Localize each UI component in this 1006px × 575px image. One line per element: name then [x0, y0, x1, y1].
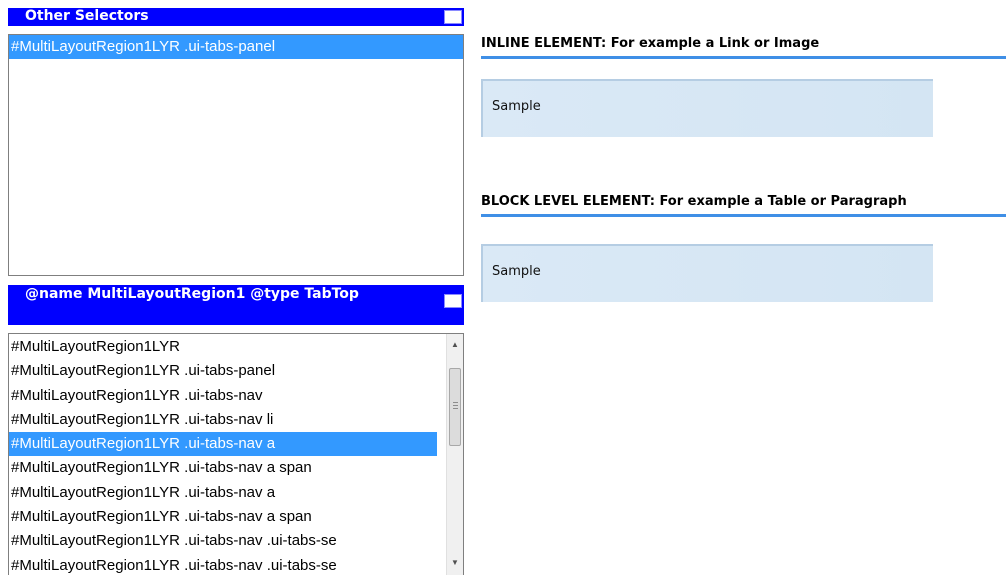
- scroll-down-icon[interactable]: ▼: [447, 554, 463, 571]
- list-item[interactable]: #MultiLayoutRegion1LYR .ui-tabs-nav a: [9, 432, 437, 457]
- inline-sample-box: Sample: [481, 79, 933, 137]
- list-item[interactable]: #MultiLayoutRegion1LYR: [9, 335, 437, 359]
- region-list-scrollbar[interactable]: ▲ ▼: [446, 334, 463, 575]
- grip-line-icon: [453, 402, 458, 403]
- list-item[interactable]: #MultiLayoutRegion1LYR .ui-tabs-nav .ui-…: [9, 554, 437, 575]
- scrollbar-thumb[interactable]: [449, 368, 461, 446]
- block-sample-text: Sample: [492, 264, 541, 279]
- region-panel-minimize-button[interactable]: [444, 294, 462, 308]
- inline-title-rule: [481, 56, 1006, 59]
- other-selectors-minimize-button[interactable]: [444, 10, 462, 24]
- other-selectors-header: Other Selectors: [8, 8, 464, 26]
- region-panel-title: @name MultiLayoutRegion1 @type TabTop: [25, 286, 359, 302]
- list-item[interactable]: #MultiLayoutRegion1LYR .ui-tabs-nav a sp…: [9, 505, 437, 529]
- list-item[interactable]: #MultiLayoutRegion1LYR .ui-tabs-nav a sp…: [9, 456, 437, 480]
- block-sample-box: Sample: [481, 244, 933, 302]
- list-item[interactable]: #MultiLayoutRegion1LYR .ui-tabs-nav .ui-…: [9, 529, 437, 553]
- list-item[interactable]: #MultiLayoutRegion1LYR .ui-tabs-nav li: [9, 408, 437, 432]
- region-selectors-list[interactable]: #MultiLayoutRegion1LYR #MultiLayoutRegion…: [8, 333, 464, 575]
- grip-line-icon: [453, 405, 458, 406]
- inline-section-title: INLINE ELEMENT: For example a Link or Im…: [481, 36, 820, 51]
- list-item[interactable]: #MultiLayoutRegion1LYR .ui-tabs-nav: [9, 384, 437, 408]
- other-selectors-title: Other Selectors: [25, 8, 149, 24]
- scroll-up-icon[interactable]: ▲: [447, 336, 463, 353]
- list-item[interactable]: #MultiLayoutRegion1LYR .ui-tabs-panel: [9, 35, 463, 60]
- list-item[interactable]: #MultiLayoutRegion1LYR .ui-tabs-panel: [9, 359, 437, 383]
- region-panel-header: @name MultiLayoutRegion1 @type TabTop: [8, 285, 464, 325]
- block-title-rule: [481, 214, 1006, 217]
- block-section-title: BLOCK LEVEL ELEMENT: For example a Table…: [481, 194, 907, 209]
- list-item[interactable]: #MultiLayoutRegion1LYR .ui-tabs-nav a: [9, 481, 437, 505]
- other-selectors-items: #MultiLayoutRegion1LYR .ui-tabs-panel: [9, 35, 463, 60]
- grip-line-icon: [453, 408, 458, 409]
- region-selectors-items: #MultiLayoutRegion1LYR #MultiLayoutRegion…: [9, 335, 437, 575]
- inline-sample-text: Sample: [492, 99, 541, 114]
- other-selectors-list[interactable]: #MultiLayoutRegion1LYR .ui-tabs-panel: [8, 34, 464, 276]
